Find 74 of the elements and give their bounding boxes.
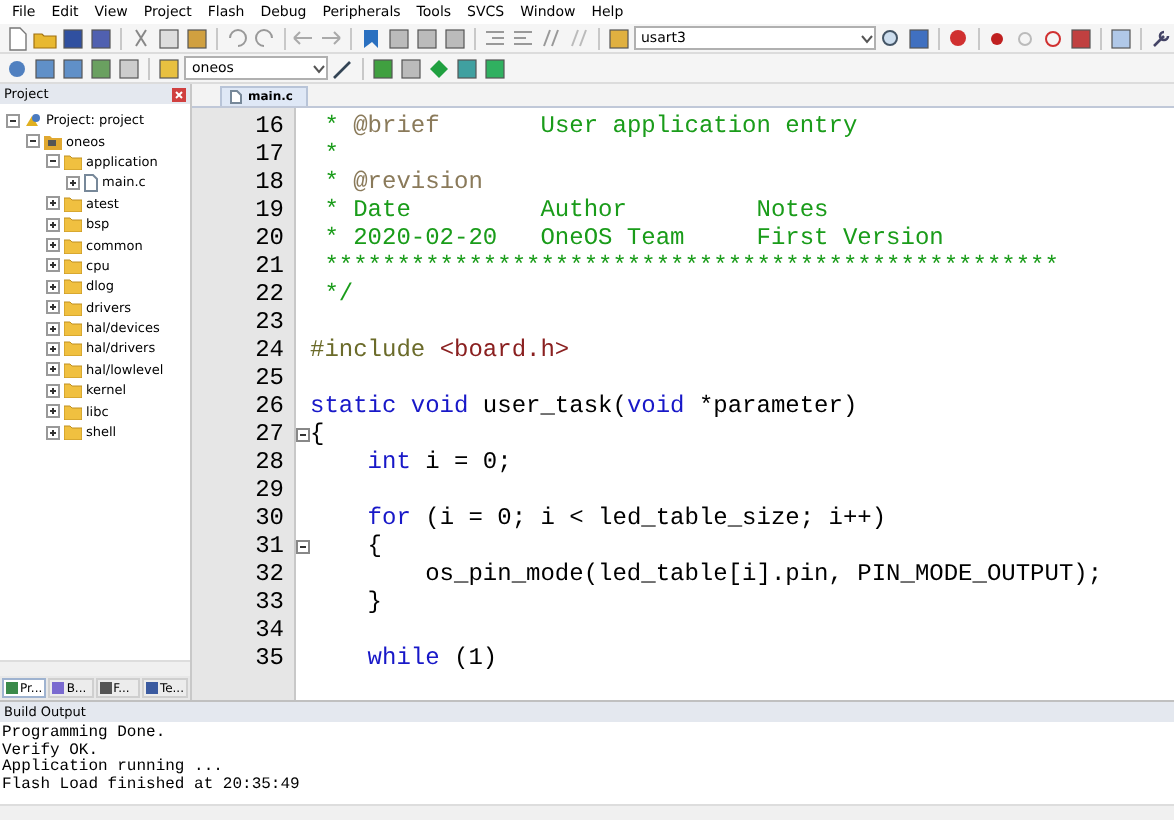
line-number: 26 xyxy=(253,392,286,420)
output-line: Verify OK. xyxy=(2,743,99,760)
code-line: * @brief User application entry xyxy=(322,112,858,140)
target-folder-icon xyxy=(44,133,62,150)
output-line: Programming Done. xyxy=(2,726,168,742)
code-line: */ xyxy=(322,280,354,308)
line-number: 35 xyxy=(253,644,286,672)
line-number: 24 xyxy=(253,336,286,364)
code-line: while (1) xyxy=(365,644,498,672)
expand-icon[interactable] xyxy=(46,196,60,211)
line-number: 22 xyxy=(253,280,286,308)
line-number: 16 xyxy=(253,112,286,140)
expand-icon[interactable] xyxy=(46,217,60,232)
code-line: #include <board.h> xyxy=(310,336,570,364)
file-icon xyxy=(84,173,98,192)
code-line: * xyxy=(322,140,339,168)
code-line: static void user_task(void *parameter) xyxy=(310,392,858,420)
caret-icon xyxy=(859,31,874,45)
line-number: 18 xyxy=(253,168,286,196)
collapse-icon[interactable] xyxy=(46,154,60,169)
line-number: 17 xyxy=(253,140,286,168)
expand-icon[interactable] xyxy=(46,404,60,419)
line-number: 23 xyxy=(253,308,286,336)
line-number: 20 xyxy=(253,224,286,252)
code-line: { xyxy=(310,420,325,448)
expand-icon[interactable] xyxy=(46,362,60,377)
horizontal-scrollbar[interactable] xyxy=(0,660,190,676)
line-number: 31 xyxy=(253,532,286,560)
expand-icon[interactable] xyxy=(46,383,60,398)
line-number: 29 xyxy=(253,476,286,504)
code-line: os_pin_mode(led_table[i].pin, PIN_MODE_OUTPUT); xyxy=(423,560,1103,588)
code-line: int i = 0; xyxy=(365,448,512,476)
close-icon[interactable] xyxy=(172,87,186,101)
line-number: 34 xyxy=(253,616,286,644)
code-line: * Date Author Notes xyxy=(322,196,829,224)
code-line: * @revision xyxy=(322,168,483,196)
expand-icon[interactable] xyxy=(46,300,60,315)
project-icon xyxy=(24,111,42,130)
code-line: * 2020-02-20 OneOS Team First Version xyxy=(322,224,944,252)
line-number: 25 xyxy=(253,364,286,392)
code-line: *************************************************** xyxy=(322,252,1059,280)
redo-icon[interactable] xyxy=(251,25,277,51)
expand-icon[interactable] xyxy=(46,238,60,253)
line-number: 19 xyxy=(253,196,286,224)
find-icon[interactable] xyxy=(877,25,904,51)
unindent-icon[interactable] xyxy=(509,25,536,51)
code-line: { xyxy=(365,532,383,560)
collapse-icon[interactable] xyxy=(26,134,40,149)
code-line: } xyxy=(365,588,383,616)
caret-icon xyxy=(312,61,326,75)
expand-icon[interactable] xyxy=(66,175,80,190)
horizontal-scrollbar[interactable] xyxy=(0,804,1174,820)
undo-icon[interactable] xyxy=(223,25,249,51)
expand-icon[interactable] xyxy=(46,279,60,294)
expand-icon[interactable] xyxy=(46,321,60,336)
comment-icon[interactable] xyxy=(537,25,564,51)
output-line: Flash Load finished at 20:35:49 xyxy=(2,777,302,795)
indent-icon[interactable] xyxy=(481,25,508,51)
fold-icon[interactable] xyxy=(296,539,310,553)
line-number: 32 xyxy=(253,560,286,588)
line-number: 27 xyxy=(253,420,286,448)
line-number: 21 xyxy=(253,252,286,280)
breakpoint-clear-icon[interactable] xyxy=(1040,25,1067,51)
collapse-icon[interactable] xyxy=(6,113,20,128)
fold-icon[interactable] xyxy=(296,427,310,441)
output-line: Application running ... xyxy=(2,760,225,777)
line-number: 28 xyxy=(253,448,286,476)
code-line: for (i = 0; i < led_table_size; i++) xyxy=(365,504,887,532)
expand-icon[interactable] xyxy=(46,425,60,440)
line-number: 30 xyxy=(253,504,286,532)
folder-icon xyxy=(64,153,82,170)
expand-icon[interactable] xyxy=(46,258,60,273)
expand-icon[interactable] xyxy=(46,341,60,356)
line-number: 33 xyxy=(253,588,286,616)
